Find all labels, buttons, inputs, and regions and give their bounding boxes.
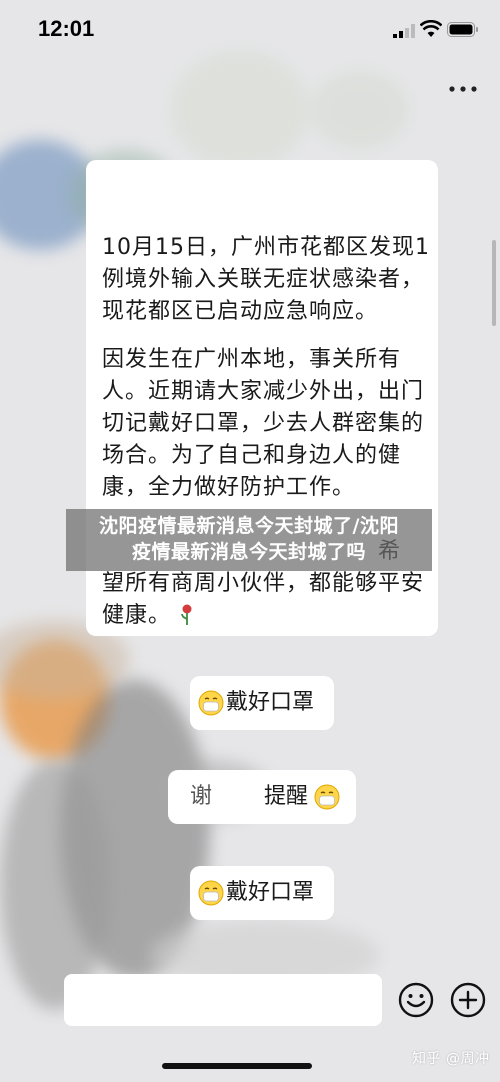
message-text: 提醒 <box>264 784 309 809</box>
headline-banner: 沈阳疫情最新消息今天封城了/沈阳 疫情最新消息今天封城了吗 <box>66 509 432 571</box>
mask-emoji-icon <box>198 880 224 906</box>
message-input[interactable] <box>64 974 382 1026</box>
message-text: 戴好口罩 <box>226 880 315 905</box>
home-indicator[interactable] <box>162 1063 312 1069</box>
decorative-smear <box>170 50 310 170</box>
message-paragraph: 望所有商周小伙伴，都能够平安健康。 <box>102 568 432 632</box>
scrollbar[interactable] <box>492 240 496 326</box>
message-paragraph-text: 望所有商周小伙伴，都能够平安健康。 <box>102 571 425 628</box>
more-dots-icon[interactable] <box>446 80 480 98</box>
status-time: 12:01 <box>38 16 95 41</box>
watermark: 知乎 @周冲 <box>412 1051 490 1067</box>
rose-icon <box>181 604 192 625</box>
message-paragraph: 10月15日，广州市花都区发现1例境外输入关联无症状感染者，现花都区已启动应急响… <box>102 235 430 324</box>
decorative-smear <box>0 760 110 1010</box>
message-paragraph: 因发生在广州本地，事关所有人。近期请大家减少外出，出门切记戴好口罩，少去人群密集… <box>102 347 425 500</box>
mask-emoji-icon <box>198 690 224 716</box>
cellular-signal-icon <box>393 24 415 38</box>
decorative-smear <box>310 70 410 150</box>
mask-emoji-icon <box>314 784 340 810</box>
message-text: 戴好口罩 <box>226 690 315 715</box>
plus-icon[interactable] <box>450 982 486 1018</box>
message-text-fragment: 谢 <box>190 784 213 809</box>
emoji-icon[interactable] <box>398 982 434 1018</box>
banner-line-2: 疫情最新消息今天封城了吗 <box>131 541 366 563</box>
banner-text: 沈阳疫情最新消息今天封城了/沈阳 疫情最新消息今天封城了吗 <box>66 513 432 565</box>
battery-icon <box>447 22 478 37</box>
wifi-icon <box>420 20 442 37</box>
banner-line-1: 沈阳疫情最新消息今天封城了/沈阳 <box>99 515 399 537</box>
